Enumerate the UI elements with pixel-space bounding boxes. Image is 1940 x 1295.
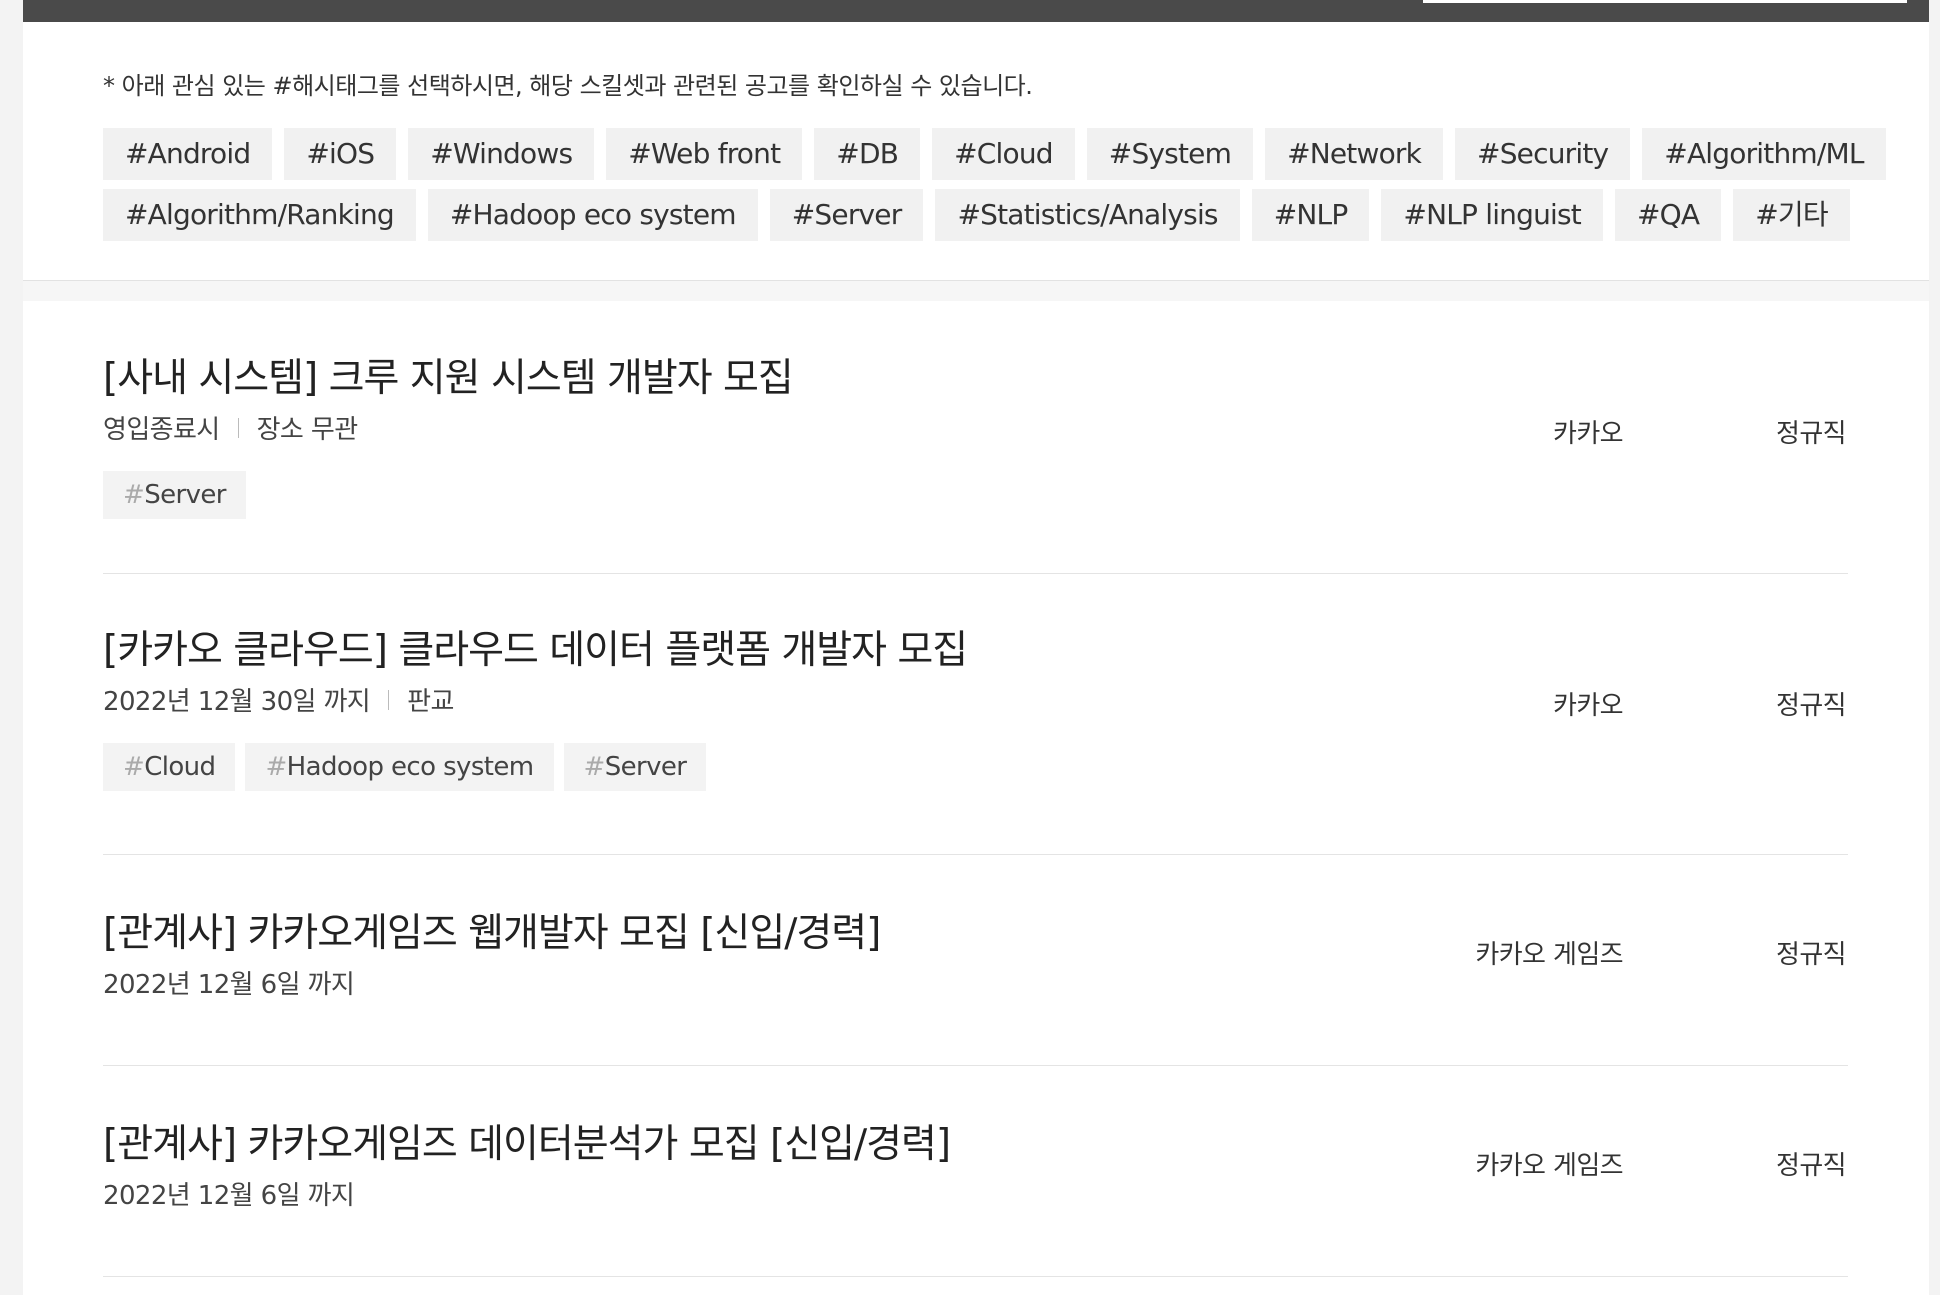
hashtag-windows[interactable]: #Windows xyxy=(408,128,595,180)
hashtag-cloud[interactable]: #Cloud xyxy=(932,128,1075,180)
job-title[interactable]: [사내 시스템] 크루 지원 시스템 개발자 모집 xyxy=(103,347,794,403)
hashtag-server[interactable]: #Server xyxy=(769,189,924,241)
job-type: 정규직 xyxy=(1776,419,1847,449)
job-tag-label: Server xyxy=(604,752,687,782)
search-box-edge[interactable] xyxy=(1423,0,1907,3)
hashtag-db[interactable]: #DB xyxy=(814,128,921,180)
job-type: 정규직 xyxy=(1776,691,1847,721)
job-title[interactable]: [관계사] 카카오게임즈 웹개발자 모집 [신입/경력] xyxy=(103,902,881,958)
top-nav-bar xyxy=(23,0,1929,22)
job-tag-cloud[interactable]: #Cloud xyxy=(103,743,236,791)
job-tag-hadoop[interactable]: #Hadoop eco system xyxy=(245,743,554,791)
job-meta: 2022년 12월 6일 까지 xyxy=(103,1175,355,1212)
hash-symbol: # xyxy=(123,480,145,510)
hashtag-system[interactable]: #System xyxy=(1086,128,1254,180)
hash-symbol: # xyxy=(583,752,606,782)
hashtag-row-1: #Android #iOS #Windows #Web front #DB #C… xyxy=(103,128,1886,180)
meta-separator xyxy=(388,689,390,710)
hashtag-web-front[interactable]: #Web front xyxy=(606,128,803,180)
hashtag-network[interactable]: #Network xyxy=(1265,128,1444,180)
hashtag-android[interactable]: #Android xyxy=(103,128,273,180)
job-tag-label: Server xyxy=(144,480,226,510)
job-item[interactable]: [사내 시스템] 크루 지원 시스템 개발자 모집 영입종료시 장소 무관 #S… xyxy=(103,301,1848,574)
job-tag-server[interactable]: #Server xyxy=(563,743,707,791)
hashtag-statistics[interactable]: #Statistics/Analysis xyxy=(935,189,1240,241)
meta-separator xyxy=(237,417,239,438)
job-item[interactable]: [관계사] 카카오게임즈 데이터분석가 모집 [신입/경력] 2022년 12월… xyxy=(103,1065,1848,1277)
hash-symbol: # xyxy=(265,752,287,782)
job-company: 카카오 게임즈 xyxy=(1475,1151,1623,1181)
hashtag-security[interactable]: #Security xyxy=(1455,128,1631,180)
job-meta: 영입종료시 장소 무관 xyxy=(103,409,358,446)
job-list: [사내 시스템] 크루 지원 시스템 개발자 모집 영입종료시 장소 무관 #S… xyxy=(23,301,1929,1295)
job-tag-label: Hadoop eco system xyxy=(286,752,534,782)
job-title[interactable]: [관계사] 카카오게임즈 데이터분석가 모집 [신입/경력] xyxy=(103,1113,951,1169)
job-item[interactable]: [카카오 클라우드] 클라우드 데이터 플랫폼 개발자 모집 2022년 12월… xyxy=(103,573,1848,855)
filter-notice: * 아래 관심 있는 #해시태그를 선택하시면, 해당 스킬셋과 관련된 공고를… xyxy=(103,72,1033,100)
hash-symbol: # xyxy=(123,752,145,782)
hashtag-filter-panel: * 아래 관심 있는 #해시태그를 선택하시면, 해당 스킬셋과 관련된 공고를… xyxy=(23,22,1929,281)
job-tag-label: Cloud xyxy=(144,752,216,782)
job-type: 정규직 xyxy=(1776,1151,1847,1181)
hashtag-algorithm-ml[interactable]: #Algorithm/ML xyxy=(1642,128,1886,180)
hashtag-algorithm-ranking[interactable]: #Algorithm/Ranking xyxy=(103,189,416,241)
page: * 아래 관심 있는 #해시태그를 선택하시면, 해당 스킬셋과 관련된 공고를… xyxy=(23,0,1929,1295)
job-company: 카카오 게임즈 xyxy=(1475,940,1623,970)
hashtag-nlp[interactable]: #NLP xyxy=(1251,189,1370,241)
hashtag-ios[interactable]: #iOS xyxy=(284,128,397,180)
hashtag-hadoop[interactable]: #Hadoop eco system xyxy=(427,189,758,241)
job-title[interactable]: [카카오 클라우드] 클라우드 데이터 플랫폼 개발자 모집 xyxy=(103,619,968,675)
hashtag-row-2: #Algorithm/Ranking #Hadoop eco system #S… xyxy=(103,189,1850,241)
job-location: 장소 무관 xyxy=(256,415,359,445)
section-divider xyxy=(23,281,1929,301)
job-type: 정규직 xyxy=(1776,940,1847,970)
hashtag-nlp-linguist[interactable]: #NLP linguist xyxy=(1381,189,1603,241)
job-tags: #Server xyxy=(103,471,246,519)
job-meta: 2022년 12월 30일 까지 판교 xyxy=(103,681,454,718)
job-tags: #Cloud #Hadoop eco system #Server xyxy=(103,743,707,791)
job-company: 카카오 xyxy=(1553,419,1624,449)
hashtag-qa[interactable]: #QA xyxy=(1614,189,1722,241)
job-deadline: 2022년 12월 6일 까지 xyxy=(103,1181,355,1211)
hashtag-etc[interactable]: #기타 xyxy=(1733,189,1850,241)
job-deadline: 2022년 12월 30일 까지 xyxy=(103,687,371,717)
job-meta: 2022년 12월 6일 까지 xyxy=(103,964,355,1001)
job-deadline: 영입종료시 xyxy=(103,415,220,445)
job-company: 카카오 xyxy=(1553,691,1624,721)
job-location: 판교 xyxy=(407,687,454,717)
job-item[interactable]: [관계사] 카카오게임즈 웹개발자 모집 [신입/경력] 2022년 12월 6… xyxy=(103,854,1848,1066)
job-deadline: 2022년 12월 6일 까지 xyxy=(103,970,355,1000)
job-tag-server[interactable]: #Server xyxy=(103,471,246,519)
